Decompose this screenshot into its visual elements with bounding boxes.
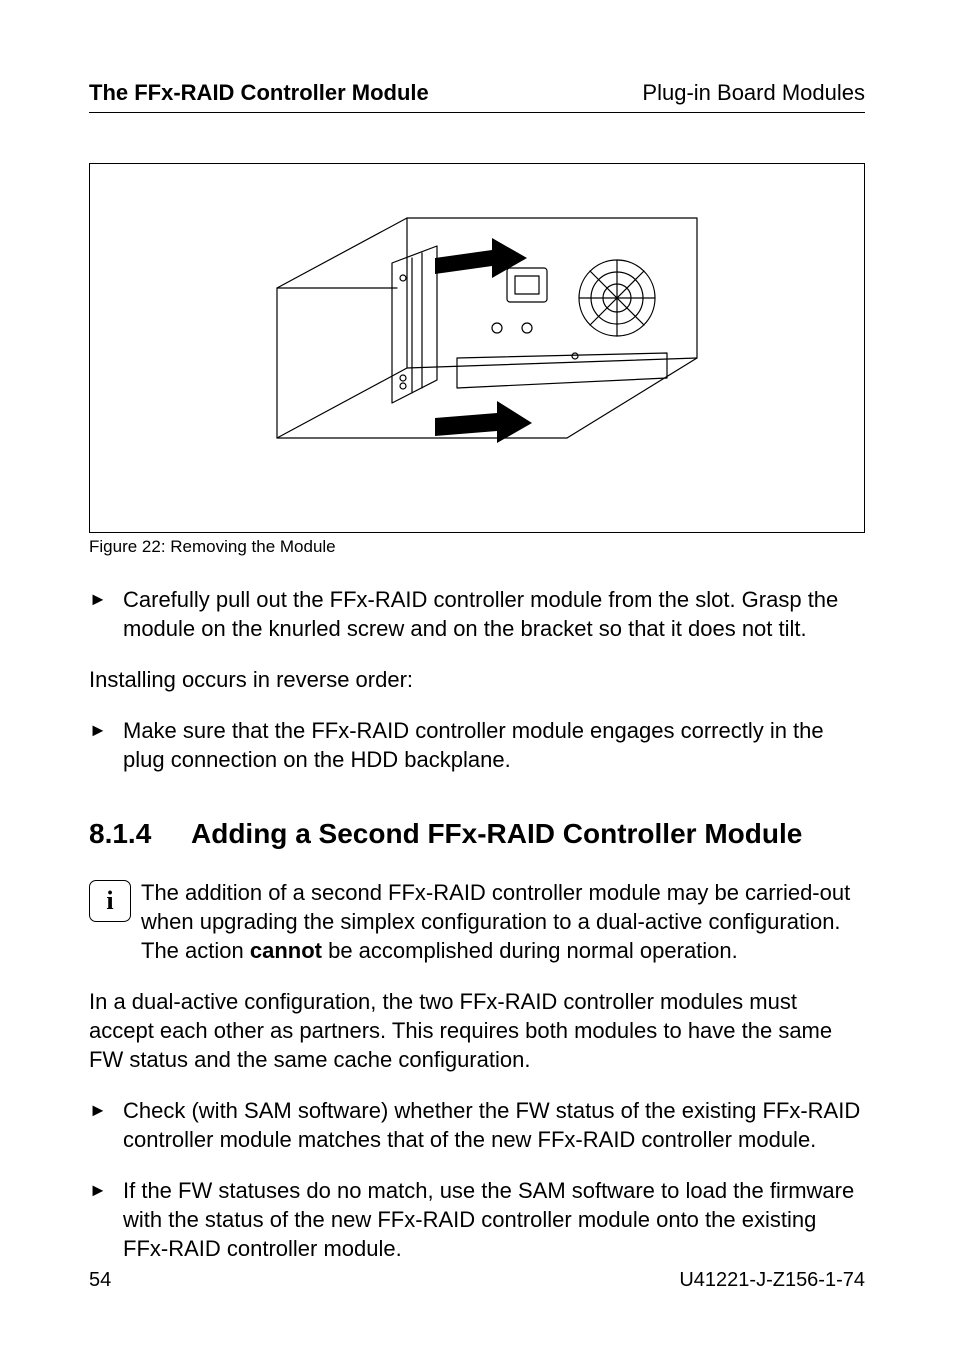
bullet-marker-icon: ► <box>89 585 123 643</box>
page: The FFx-RAID Controller Module Plug-in B… <box>0 0 954 1352</box>
info-callout: i The addition of a second FFx-RAID cont… <box>89 878 865 965</box>
figure-22-illustration <box>89 163 865 533</box>
header-left: The FFx-RAID Controller Module <box>89 80 429 106</box>
instruction-step-3: ► Check (with SAM software) whether the … <box>89 1096 865 1154</box>
info-icon: i <box>89 880 131 922</box>
instruction-text: Check (with SAM software) whether the FW… <box>123 1096 865 1154</box>
instruction-step-4: ► If the FW statuses do no match, use th… <box>89 1176 865 1263</box>
section-heading-8-1-4: 8.1.4 Adding a Second FFx-RAID Controlle… <box>89 818 865 850</box>
info-text-b: be accomplished during normal operation. <box>322 938 738 963</box>
info-text: The addition of a second FFx-RAID contro… <box>141 878 865 965</box>
header-right: Plug-in Board Modules <box>642 80 865 106</box>
bullet-marker-icon: ► <box>89 1096 123 1154</box>
bullet-marker-icon: ► <box>89 1176 123 1263</box>
figure-caption: Figure 22: Removing the Module <box>89 537 865 557</box>
document-id: U41221-J-Z156-1-74 <box>679 1269 865 1292</box>
page-header: The FFx-RAID Controller Module Plug-in B… <box>89 80 865 113</box>
page-number: 54 <box>89 1269 111 1292</box>
bullet-marker-icon: ► <box>89 716 123 774</box>
instruction-step-1: ► Carefully pull out the FFx-RAID contro… <box>89 585 865 643</box>
instruction-text: If the FW statuses do no match, use the … <box>123 1176 865 1263</box>
instruction-step-2: ► Make sure that the FFx-RAID controller… <box>89 716 865 774</box>
section-title: Adding a Second FFx-RAID Controller Modu… <box>191 818 865 850</box>
body-paragraph: In a dual-active configuration, the two … <box>89 987 865 1074</box>
instruction-text: Carefully pull out the FFx-RAID controll… <box>123 585 865 643</box>
section-number: 8.1.4 <box>89 818 191 850</box>
install-note: Installing occurs in reverse order: <box>89 665 865 694</box>
removing-module-diagram <box>197 208 757 488</box>
info-text-bold: cannot <box>250 938 322 963</box>
instruction-text: Make sure that the FFx-RAID controller m… <box>123 716 865 774</box>
page-footer: 54 U41221-J-Z156-1-74 <box>89 1269 865 1292</box>
